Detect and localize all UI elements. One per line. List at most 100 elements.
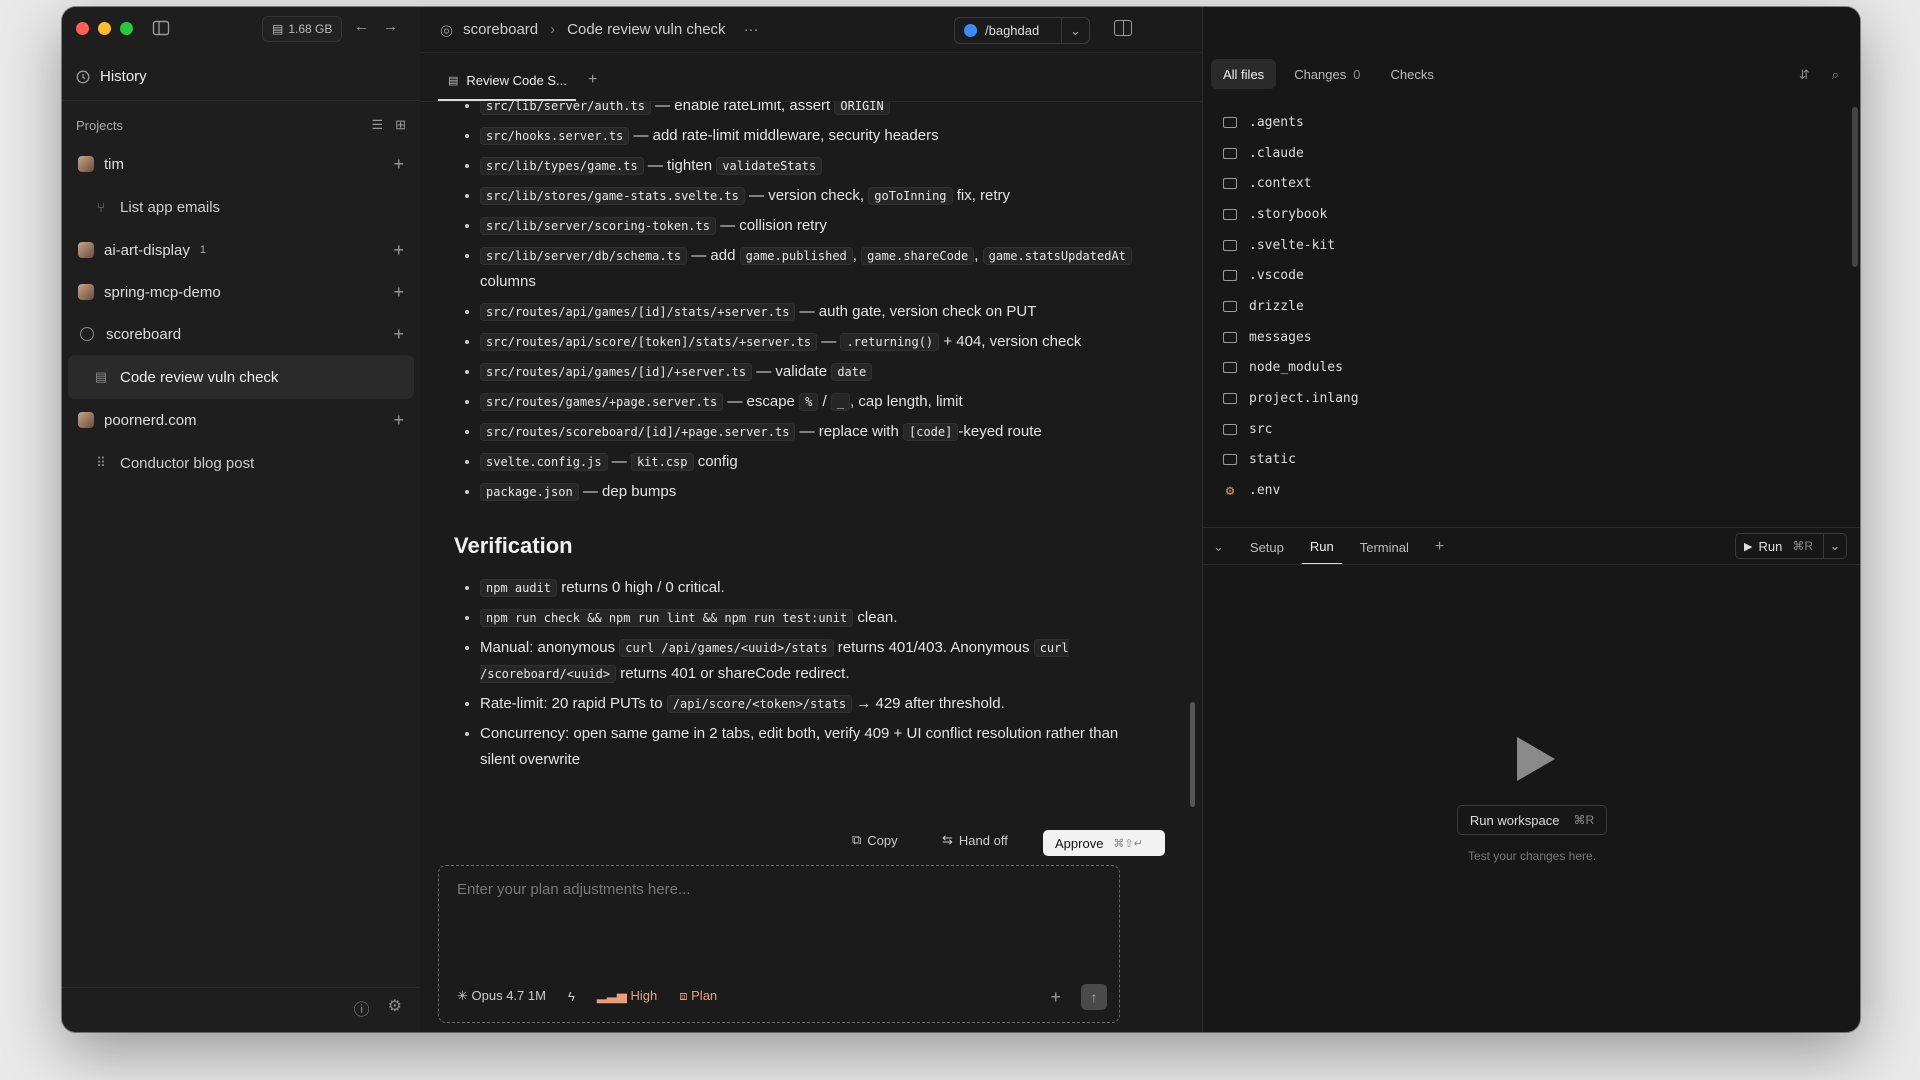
- project-badge: 1: [199, 244, 206, 256]
- map-icon: ⧈: [679, 988, 688, 1003]
- attach-plus-icon[interactable]: +: [1050, 987, 1061, 1008]
- file-row[interactable]: src: [1223, 414, 1823, 445]
- new-tab-icon[interactable]: +: [1435, 538, 1444, 556]
- tab-all-files[interactable]: All files: [1211, 59, 1277, 89]
- effort-selector[interactable]: ▂▃▅ High: [597, 988, 657, 1004]
- breadcrumb-title[interactable]: Code review vuln check: [567, 21, 725, 38]
- hand-off-button[interactable]: ⇆ Hand off: [942, 832, 1008, 848]
- tab-changes[interactable]: Changes 0: [1282, 59, 1372, 89]
- settings-gear-icon[interactable]: ⚙: [388, 996, 402, 1020]
- project-ai-art-display[interactable]: ai-art-display 1 +: [68, 229, 414, 271]
- tab-run[interactable]: Run: [1301, 529, 1342, 565]
- file-row[interactable]: messages: [1223, 322, 1823, 353]
- add-workspace-icon[interactable]: +: [393, 282, 404, 303]
- list-item: Manual: anonymous curl /api/games/<uuid>…: [480, 635, 1156, 687]
- branch-selector[interactable]: /baghdad ⌄: [954, 17, 1090, 44]
- file-row[interactable]: .agents: [1223, 107, 1823, 138]
- doc-icon: ▤: [94, 369, 108, 384]
- tab-bar: ▤ Review Code S... +: [420, 53, 1202, 102]
- maximize-window-button[interactable]: [120, 22, 133, 35]
- code-span: src/routes/scoreboard/[id]/+page.server.…: [480, 423, 796, 441]
- project-name: tim: [104, 155, 124, 173]
- avatar: [78, 156, 94, 172]
- memory-indicator[interactable]: ▤ 1.68 GB: [262, 16, 343, 42]
- divider: [1203, 564, 1860, 565]
- file-row[interactable]: ⚙ .env: [1223, 475, 1823, 506]
- item-text: ,: [852, 247, 857, 264]
- more-options-icon[interactable]: ···: [744, 21, 759, 38]
- minimize-window-button[interactable]: [98, 22, 111, 35]
- scrollbar[interactable]: [1852, 107, 1858, 267]
- new-tab-icon[interactable]: +: [588, 71, 597, 89]
- back-arrow-icon[interactable]: ←: [354, 18, 369, 35]
- model-selector[interactable]: ✳ Opus 4.7 1M: [457, 988, 546, 1004]
- lightning-icon[interactable]: ϟ: [568, 989, 575, 1004]
- tab-checks[interactable]: Checks: [1378, 59, 1445, 89]
- project-name: spring-mcp-demo: [104, 283, 221, 301]
- project-scoreboard[interactable]: scoreboard +: [68, 313, 414, 355]
- filter-icon[interactable]: ☰: [371, 117, 383, 133]
- list-item: npm audit returns 0 high / 0 critical.: [480, 575, 1156, 601]
- help-icon[interactable]: ⓘ: [354, 996, 370, 1020]
- code-span: game.shareCode: [861, 247, 975, 265]
- divider: [62, 987, 420, 988]
- file-row[interactable]: project.inlang: [1223, 383, 1823, 414]
- sidebar-toggle-icon[interactable]: [152, 19, 170, 37]
- folder-icon: [1223, 178, 1237, 190]
- plan-adjustments-input[interactable]: [455, 880, 1099, 899]
- run-button[interactable]: ▶ Run ⌘R ⌄: [1735, 533, 1847, 559]
- copy-button[interactable]: ⧉ Copy: [852, 832, 898, 848]
- plan-document: src/lib/server/auth.ts — enable rateLimi…: [420, 101, 1190, 827]
- handoff-label: Hand off: [958, 832, 1008, 848]
- approve-button[interactable]: Approve ⌘⇧↵: [1043, 830, 1165, 856]
- run-workspace-button[interactable]: Run workspace ⌘R: [1456, 805, 1608, 835]
- history-button[interactable]: History: [62, 53, 420, 101]
- file-row[interactable]: .vscode: [1223, 260, 1823, 291]
- file-row[interactable]: static: [1223, 445, 1823, 476]
- file-row[interactable]: .claude: [1223, 138, 1823, 169]
- main-panel: ◎ scoreboard › Code review vuln check ··…: [420, 7, 1202, 1032]
- file-row[interactable]: drizzle: [1223, 291, 1823, 322]
- close-window-button[interactable]: [76, 22, 89, 35]
- split-view-icon[interactable]: [1114, 20, 1132, 36]
- file-row[interactable]: .storybook: [1223, 199, 1823, 230]
- chevron-down-icon[interactable]: ⌄: [1061, 18, 1089, 43]
- signal-bars-icon: ▂▃▅: [596, 988, 627, 1003]
- project-spring-mcp-demo[interactable]: spring-mcp-demo +: [68, 271, 414, 313]
- scrollbar[interactable]: [1190, 702, 1195, 807]
- workspace-list-app-emails[interactable]: ⑂ List app emails: [68, 185, 414, 229]
- add-workspace-icon[interactable]: +: [393, 154, 404, 175]
- code-span: src/lib/server/auth.ts: [480, 101, 651, 115]
- tab-review-code[interactable]: ▤ Review Code S...: [438, 61, 576, 101]
- nav-arrows: ← →: [354, 18, 398, 35]
- new-folder-icon[interactable]: ⊞: [395, 117, 406, 133]
- forward-arrow-icon[interactable]: →: [383, 18, 398, 35]
- project-poornerd[interactable]: poornerd.com +: [68, 399, 414, 441]
- chevron-down-icon[interactable]: ⌄: [1213, 539, 1224, 555]
- file-name: .svelte-kit: [1249, 237, 1336, 253]
- add-workspace-icon[interactable]: +: [393, 324, 404, 345]
- send-button[interactable]: ↑: [1081, 984, 1107, 1010]
- workspace-conductor-blog-post[interactable]: ⠿ Conductor blog post: [68, 441, 414, 485]
- code-span: src/lib/server/scoring-token.ts: [480, 217, 716, 235]
- run-workspace-label: Run workspace: [1469, 812, 1560, 828]
- code-span: src/routes/api/games/[id]/stats/+server.…: [480, 303, 796, 321]
- tab-terminal[interactable]: Terminal: [1360, 540, 1409, 555]
- breadcrumb-project[interactable]: scoreboard: [463, 21, 538, 38]
- plan-mode-toggle[interactable]: ⧈ Plan: [679, 988, 717, 1004]
- add-workspace-icon[interactable]: +: [393, 410, 404, 431]
- file-row[interactable]: node_modules: [1223, 353, 1823, 384]
- collapse-tree-icon[interactable]: ⇵: [1799, 67, 1810, 83]
- model-label: Opus 4.7 1M: [471, 988, 546, 1003]
- chevron-down-icon[interactable]: ⌄: [1823, 534, 1846, 558]
- file-tree: .agents .claude .context .storybook .sve…: [1223, 107, 1823, 519]
- add-workspace-icon[interactable]: +: [393, 240, 404, 261]
- file-row[interactable]: .context: [1223, 168, 1823, 199]
- search-icon[interactable]: ⌕: [1832, 67, 1839, 83]
- code-span: goToInning: [868, 187, 953, 205]
- file-row[interactable]: .svelte-kit: [1223, 230, 1823, 261]
- workspace-code-review-vuln-check[interactable]: ▤ Code review vuln check: [68, 355, 414, 399]
- tab-setup[interactable]: Setup: [1250, 540, 1284, 555]
- plan-composer: ✳ Opus 4.7 1M ϟ ▂▃▅ High ⧈ Plan + ↑: [438, 865, 1120, 1023]
- project-tim[interactable]: tim +: [68, 143, 414, 185]
